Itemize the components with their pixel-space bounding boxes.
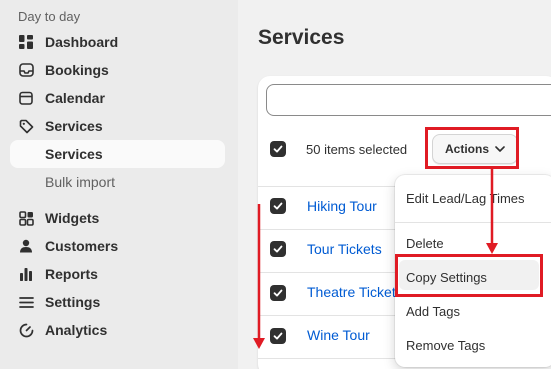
analytics-icon: [18, 322, 34, 338]
menu-item-add-tags[interactable]: Add Tags: [406, 304, 460, 319]
actions-label: Actions: [444, 142, 489, 156]
tag-icon: [18, 118, 34, 134]
menu-item-edit-lead-lag-times[interactable]: Edit Lead/Lag Times: [406, 191, 525, 206]
checkmark-icon: [273, 289, 283, 297]
actions-button[interactable]: Actions: [432, 134, 518, 164]
sidebar-item-calendar[interactable]: Calendar: [10, 84, 225, 112]
inbox-icon: [18, 62, 34, 78]
sidebar-item-label: Services: [45, 118, 103, 134]
sidebar: Day to day Dashboard Bookings Calendar S…: [0, 0, 238, 369]
sidebar-item-label: Bookings: [45, 62, 109, 78]
sidebar-item-settings[interactable]: Settings: [10, 288, 225, 316]
chevron-down-icon: [495, 146, 505, 152]
sidebar-item-label: Settings: [45, 294, 101, 310]
sidebar-section-title: Day to day: [18, 9, 81, 24]
menu-item-copy-settings[interactable]: Copy Settings: [406, 270, 487, 285]
checkmark-icon: [273, 145, 283, 153]
row-checkbox[interactable]: [270, 328, 286, 344]
sidebar-item-label: Dashboard: [45, 34, 119, 50]
menu-item-delete[interactable]: Delete: [406, 236, 444, 251]
service-link[interactable]: Theatre Tickets: [307, 284, 403, 300]
service-link[interactable]: Hiking Tour: [307, 198, 377, 214]
sidebar-item-label: Customers: [45, 238, 119, 254]
sidebar-item-label: Reports: [45, 266, 98, 282]
checkmark-icon: [273, 332, 283, 340]
sidebar-item-label: Widgets: [45, 210, 100, 226]
calendar-icon: [18, 90, 34, 106]
sidebar-subitem-services[interactable]: Services: [10, 140, 225, 168]
dashboard-icon: [18, 34, 34, 50]
row-checkbox[interactable]: [270, 285, 286, 301]
sidebar-item-label: Services: [45, 146, 103, 162]
select-all-checkbox[interactable]: [270, 141, 286, 157]
sidebar-item-dashboard[interactable]: Dashboard: [10, 28, 225, 56]
selection-count: 50 items selected: [306, 142, 408, 157]
sidebar-item-services[interactable]: Services: [10, 112, 225, 140]
page-title: Services: [258, 26, 345, 49]
sidebar-item-label: Calendar: [45, 90, 105, 106]
settings-icon: [18, 294, 34, 310]
checkmark-icon: [273, 245, 283, 253]
sidebar-item-label: Bulk import: [45, 174, 116, 190]
sidebar-item-reports[interactable]: Reports: [10, 260, 225, 288]
actions-menu: Edit Lead/Lag Times Delete Copy Settings…: [395, 175, 551, 367]
sidebar-item-label: Analytics: [45, 322, 108, 338]
sidebar-item-bookings[interactable]: Bookings: [10, 56, 225, 84]
row-checkbox[interactable]: [270, 198, 286, 214]
menu-divider: [395, 222, 551, 223]
search-input[interactable]: [266, 84, 551, 116]
service-link[interactable]: Tour Tickets: [307, 241, 382, 257]
sidebar-subitem-bulk-import[interactable]: Bulk import: [10, 168, 225, 196]
checkmark-icon: [273, 202, 283, 210]
menu-item-remove-tags[interactable]: Remove Tags: [406, 338, 485, 353]
sidebar-item-widgets[interactable]: Widgets: [10, 204, 225, 232]
widgets-icon: [18, 210, 34, 226]
service-link[interactable]: Wine Tour: [307, 327, 370, 343]
bar-chart-icon: [18, 266, 34, 282]
person-icon: [18, 238, 34, 254]
sidebar-item-analytics[interactable]: Analytics: [10, 316, 225, 344]
row-checkbox[interactable]: [270, 241, 286, 257]
sidebar-item-customers[interactable]: Customers: [10, 232, 225, 260]
